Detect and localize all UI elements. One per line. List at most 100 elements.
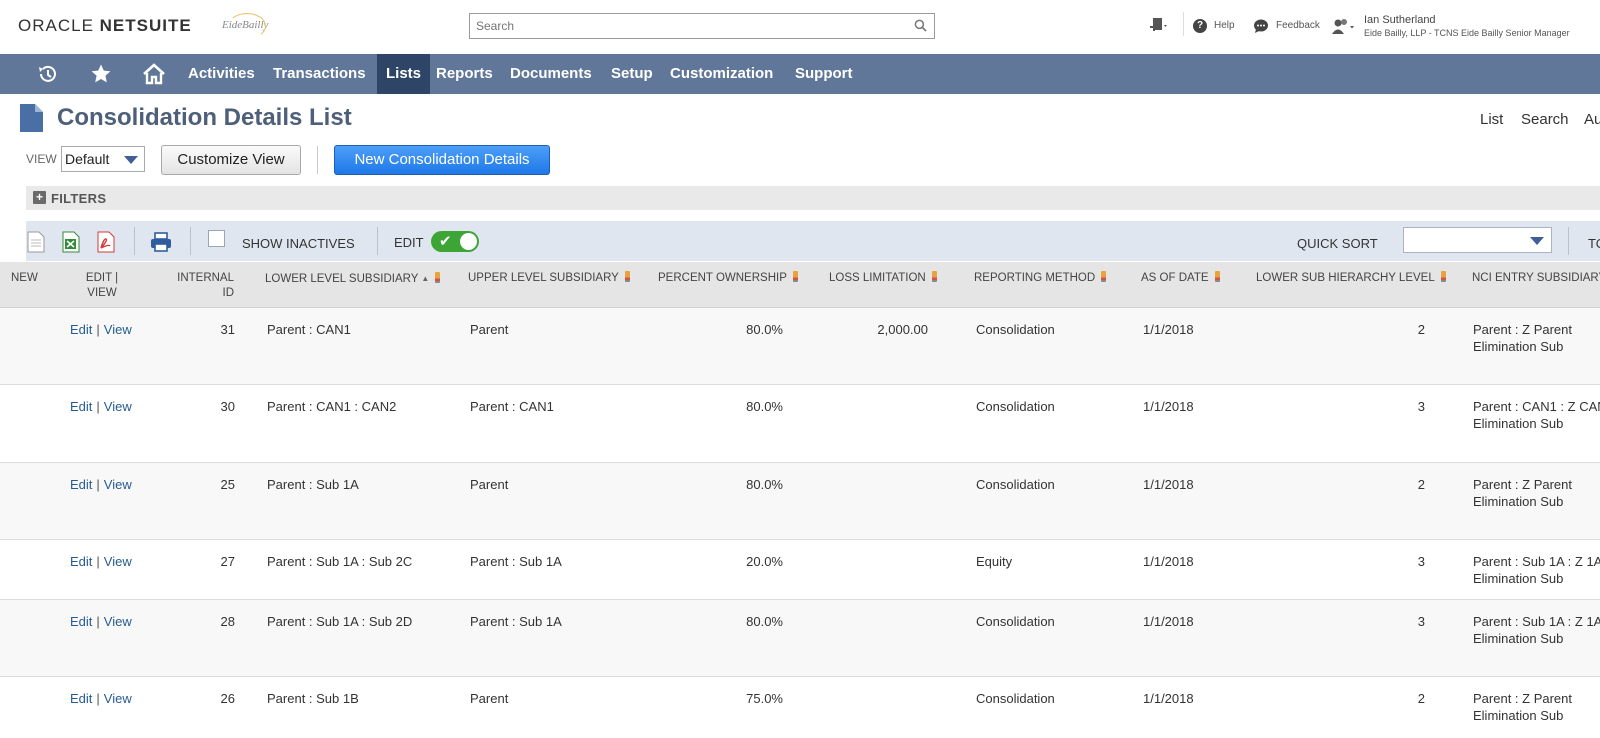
help-icon[interactable]: ?: [1193, 19, 1207, 33]
recent-records-icon[interactable]: [30, 54, 66, 94]
audit-link[interactable]: Au: [1584, 111, 1600, 128]
nci-entry-subsidiary: Parent : Z Parent: [1473, 477, 1572, 492]
view-link[interactable]: View: [104, 477, 132, 492]
home-icon[interactable]: [136, 54, 172, 94]
edit-link[interactable]: Edit: [70, 399, 92, 414]
filters-section[interactable]: + FILTERS: [26, 186, 1600, 210]
nci-entry-subsidiary-line2: Elimination Sub: [1473, 708, 1564, 723]
user-name[interactable]: Ian Sutherland: [1364, 14, 1436, 26]
col-lower-level-subsidiary-label: LOWER LEVEL SUBSIDIARY: [265, 273, 419, 285]
edit-view-links: Edit | View: [70, 554, 132, 569]
nav-support[interactable]: Support: [786, 54, 862, 94]
toolbar-divider: [377, 227, 378, 255]
lower-level-subsidiary: Parent : Sub 1A: [267, 477, 359, 492]
export-pdf-icon[interactable]: [96, 231, 116, 253]
col-lower-sub-hierarchy-level[interactable]: LOWER SUB HIERARCHY LEVEL: [1256, 271, 1446, 286]
pencil-icon: [1101, 271, 1107, 282]
col-id[interactable]: ID: [168, 286, 235, 301]
edit-link[interactable]: Edit: [70, 691, 92, 706]
percent-ownership: 80.0%: [746, 477, 783, 492]
nav-reports[interactable]: Reports: [427, 54, 502, 94]
customize-view-button[interactable]: Customize View: [161, 145, 301, 175]
col-edit[interactable]: EDIT |: [84, 271, 120, 286]
search-link[interactable]: Search: [1521, 111, 1569, 128]
page-title: Consolidation Details List: [57, 104, 352, 131]
table-row: Edit | View 30 Parent : CAN1 : CAN2 Parent…: [0, 385, 1600, 463]
col-upper-level-subsidiary[interactable]: UPPER LEVEL SUBSIDIARY: [468, 271, 630, 286]
edit-toggle[interactable]: ✔: [431, 231, 479, 252]
col-as-of-date[interactable]: AS OF DATE: [1141, 271, 1220, 286]
list-link[interactable]: List: [1480, 111, 1503, 128]
list-toolbar: SHOW INACTIVES EDIT ✔ QUICK SORT TO: [26, 221, 1600, 261]
client-logo: EideBailly: [222, 13, 269, 39]
history-clock-icon: [39, 65, 56, 82]
edit-link[interactable]: Edit: [70, 554, 92, 569]
upper-level-subsidiary: Parent : Sub 1A: [470, 554, 562, 569]
search-icon[interactable]: [914, 19, 927, 32]
house-icon: [143, 63, 165, 85]
lower-level-subsidiary: Parent : CAN1: [267, 322, 351, 337]
feedback-icon[interactable]: [1253, 19, 1269, 34]
edit-view-links: Edit | View: [70, 614, 132, 629]
col-lower-level-subsidiary[interactable]: LOWER LEVEL SUBSIDIARY ▲: [265, 271, 441, 287]
col-loss-limitation[interactable]: LOSS LIMITATION: [829, 271, 937, 286]
col-new[interactable]: NEW: [11, 271, 38, 286]
edit-link[interactable]: Edit: [70, 322, 92, 337]
show-inactives-checkbox[interactable]: [208, 230, 225, 247]
nav-transactions[interactable]: Transactions: [264, 54, 375, 94]
nci-entry-subsidiary: Parent : Z Parent: [1473, 691, 1572, 706]
chevron-down-icon: [1530, 237, 1544, 245]
nci-entry-subsidiary-line2: Elimination Sub: [1473, 631, 1564, 646]
edit-view-links: Edit | View: [70, 477, 132, 492]
col-percent-ownership[interactable]: PERCENT OWNERSHIP: [658, 271, 798, 286]
brand-oracle: ORACLE: [18, 16, 94, 35]
lower-level-subsidiary: Parent : Sub 1A : Sub 2D: [267, 614, 413, 629]
show-inactives-label[interactable]: SHOW INACTIVES: [242, 236, 355, 251]
percent-ownership: 20.0%: [746, 554, 783, 569]
global-search[interactable]: [469, 13, 935, 39]
col-upper-level-subsidiary-label: UPPER LEVEL SUBSIDIARY: [468, 272, 619, 284]
col-internal[interactable]: INTERNAL: [168, 271, 234, 286]
nci-entry-subsidiary: Parent : Z Parent: [1473, 322, 1572, 337]
print-icon[interactable]: [150, 231, 172, 253]
internal-id: 30: [220, 399, 235, 414]
create-new-icon[interactable]: [1148, 17, 1170, 37]
export-excel-icon[interactable]: [61, 231, 81, 253]
nav-documents[interactable]: Documents: [501, 54, 601, 94]
table-row: Edit | View 25 Parent : Sub 1A Parent 80.0…: [0, 463, 1600, 540]
nav-activities[interactable]: Activities: [179, 54, 264, 94]
expand-plus-icon[interactable]: +: [33, 191, 46, 204]
view-link[interactable]: View: [104, 322, 132, 337]
view-select[interactable]: Default: [61, 146, 145, 172]
new-consolidation-details-button[interactable]: New Consolidation Details: [334, 145, 550, 175]
nci-entry-subsidiary: Parent : Sub 1A : Z 1A: [1473, 554, 1600, 569]
nav-lists[interactable]: Lists: [377, 54, 431, 94]
filters-label[interactable]: FILTERS: [51, 191, 106, 206]
edit-link[interactable]: Edit: [70, 614, 92, 629]
col-view[interactable]: VIEW: [86, 286, 118, 301]
view-link[interactable]: View: [104, 399, 132, 414]
internal-id: 31: [220, 322, 235, 337]
upper-level-subsidiary: Parent: [470, 477, 509, 492]
help-link[interactable]: Help: [1214, 20, 1235, 31]
shortcuts-icon[interactable]: [83, 54, 119, 94]
loss-limitation: 2,000.00: [877, 322, 928, 337]
oracle-netsuite-logo[interactable]: ORACLE NETSUITE: [18, 16, 192, 36]
user-role[interactable]: Eide Bailly, LLP - TCNS Eide Bailly Seni…: [1364, 28, 1570, 38]
view-label: VIEW: [26, 152, 57, 166]
view-link[interactable]: View: [104, 691, 132, 706]
col-nci-entry-subsidiary[interactable]: NCI ENTRY SUBSIDIARY: [1472, 271, 1600, 286]
user-roles-icon[interactable]: [1331, 18, 1357, 36]
quick-sort-select[interactable]: [1403, 227, 1552, 253]
edit-link[interactable]: Edit: [70, 477, 92, 492]
nav-customization[interactable]: Customization: [661, 54, 782, 94]
view-link[interactable]: View: [104, 614, 132, 629]
search-input[interactable]: [470, 14, 890, 38]
nav-setup[interactable]: Setup: [602, 54, 662, 94]
feedback-link[interactable]: Feedback: [1276, 20, 1320, 31]
view-link[interactable]: View: [104, 554, 132, 569]
export-csv-icon[interactable]: [26, 231, 46, 253]
checkmark-icon: ✔: [439, 233, 452, 250]
button-divider: [317, 146, 318, 174]
col-reporting-method[interactable]: REPORTING METHOD: [974, 271, 1107, 286]
